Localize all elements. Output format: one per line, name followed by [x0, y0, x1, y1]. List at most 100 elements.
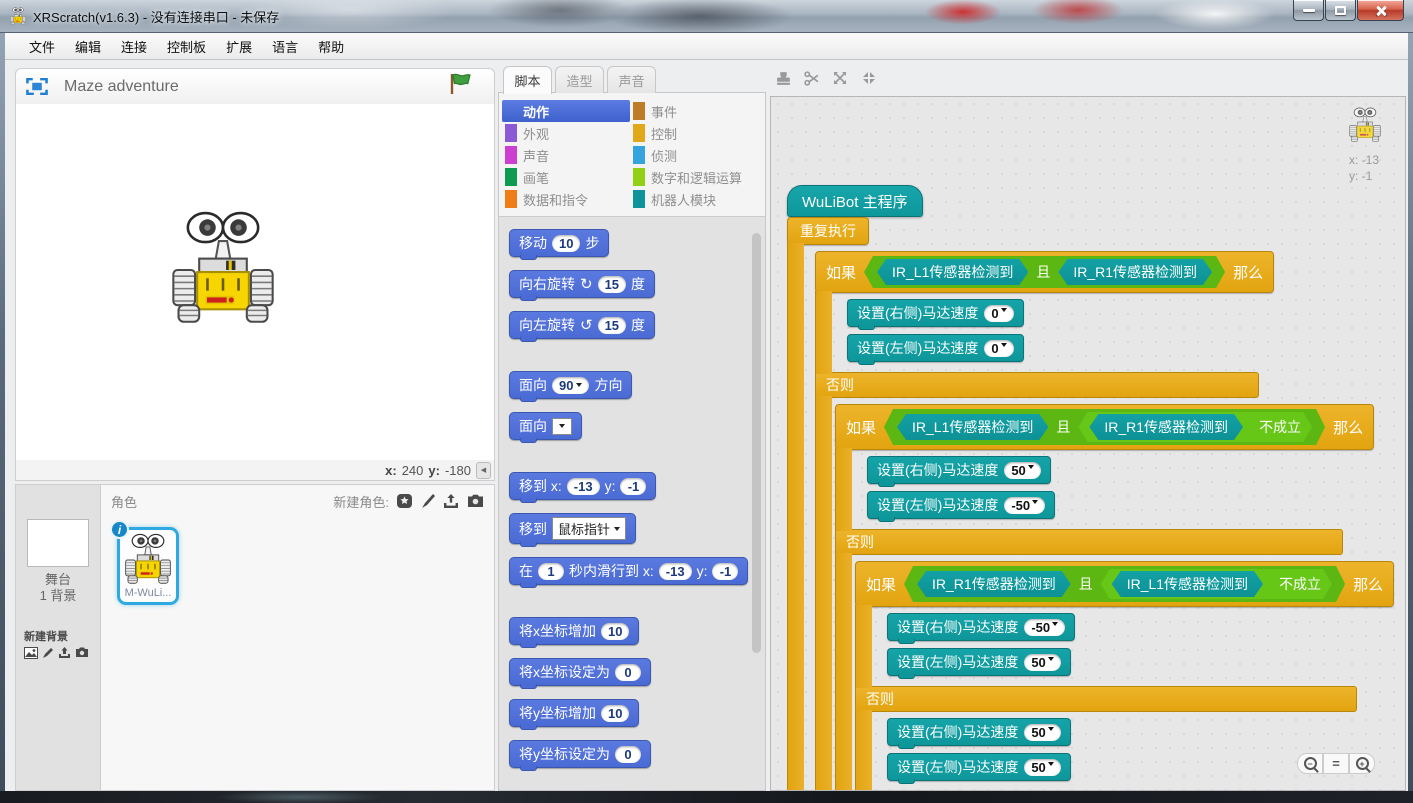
block-turn-right[interactable]: 向右旋转↻15度	[509, 270, 655, 298]
script-canvas[interactable]: x: -13 y: -1 WuLiBot 主程序 重复执行 如果 IR	[770, 96, 1406, 791]
menu-item-file[interactable]: 文件	[19, 33, 65, 60]
towards-dropdown[interactable]	[552, 418, 572, 435]
degrees-input[interactable]: 15	[598, 317, 626, 334]
close-button[interactable]	[1357, 0, 1404, 21]
value-input[interactable]: 0	[615, 664, 641, 681]
block-set-right-motor[interactable]: 设置(右侧)马达速度0	[847, 299, 1024, 327]
not-operator[interactable]: IR_L1传感器检测到 不成立	[1101, 569, 1332, 599]
sprite-camera-icon[interactable]	[467, 494, 484, 508]
y-input[interactable]: -1	[712, 563, 738, 580]
fullscreen-icon[interactable]	[26, 78, 48, 95]
sensor-ir-l1[interactable]: IR_L1传感器检测到	[897, 414, 1048, 440]
category-looks[interactable]: 外观	[502, 122, 630, 144]
backdrop-upload-icon[interactable]	[58, 647, 71, 659]
menu-item-connect[interactable]: 连接	[111, 33, 157, 60]
tab-scripts[interactable]: 脚本	[503, 66, 552, 94]
category-motion[interactable]: 动作	[502, 100, 630, 122]
category-robot[interactable]: 机器人模块	[630, 188, 762, 210]
sprite-paint-icon[interactable]	[421, 493, 435, 509]
steps-input[interactable]: 10	[552, 235, 580, 252]
delta-input[interactable]: 10	[601, 705, 629, 722]
block-set-right-motor[interactable]: 设置(右侧)马达速度50	[867, 456, 1051, 484]
block-set-right-motor[interactable]: 设置(右侧)马达速度50	[887, 718, 1071, 746]
scissors-tool-button[interactable]	[803, 70, 820, 87]
block-turn-left[interactable]: 向左旋转↺15度	[509, 311, 655, 339]
hat-main-program[interactable]: WuLiBot 主程序	[787, 185, 923, 217]
and-operator[interactable]: IR_R1传感器检测到 且 IR_L1传感器检测到 不成立	[904, 566, 1345, 602]
category-control[interactable]: 控制	[630, 122, 762, 144]
block-set-x[interactable]: 将x坐标设定为0	[509, 658, 651, 686]
menu-item-extensions[interactable]: 扩展	[216, 33, 262, 60]
block-goto-mouse[interactable]: 移到鼠标指针	[509, 513, 636, 544]
block-set-left-motor[interactable]: 设置(左侧)马达速度50	[887, 753, 1071, 781]
if3-header[interactable]: 如果 IR_R1传感器检测到 且 IR_L1传感器检测到 不成立	[855, 561, 1394, 607]
not-operator[interactable]: IR_R1传感器检测到 不成立	[1078, 412, 1312, 442]
motor-speed-dropdown[interactable]: -50	[1004, 497, 1045, 514]
block-set-left-motor[interactable]: 设置(左侧)马达速度50	[887, 648, 1071, 676]
block-point-direction[interactable]: 面向90方向	[509, 371, 632, 399]
and-operator[interactable]: IR_L1传感器检测到 且 IR_R1传感器检测到	[864, 256, 1225, 288]
stage-canvas[interactable]	[15, 104, 495, 461]
if1-header[interactable]: 如果 IR_L1传感器检测到 且 IR_R1传感器检测到 那么	[815, 251, 1274, 293]
if-block-2[interactable]: 如果 IR_L1传感器检测到 且 IR_R1传感器检测到 不成立	[835, 404, 1394, 791]
sensor-ir-r1[interactable]: IR_R1传感器检测到	[1089, 414, 1243, 440]
sprite-upload-icon[interactable]	[443, 494, 459, 509]
sensor-ir-r1[interactable]: IR_R1传感器检测到	[1058, 259, 1212, 285]
motor-speed-dropdown[interactable]: 0	[984, 305, 1013, 322]
block-set-y[interactable]: 将y坐标设定为0	[509, 740, 651, 768]
block-move-steps[interactable]: 移动10步	[509, 229, 609, 257]
block-glide[interactable]: 在1秒内滑行到 x:-13y:-1	[509, 557, 748, 585]
motor-speed-dropdown[interactable]: -50	[1024, 619, 1065, 636]
tab-costumes[interactable]: 造型	[555, 66, 604, 93]
x-input[interactable]: -13	[567, 478, 600, 495]
wulibot-sprite[interactable]	[171, 210, 275, 330]
block-set-left-motor[interactable]: 设置(左侧)马达速度-50	[867, 491, 1055, 519]
degrees-input[interactable]: 15	[598, 276, 626, 293]
block-set-left-motor[interactable]: 设置(左侧)马达速度0	[847, 334, 1024, 362]
menu-item-edit[interactable]: 编辑	[65, 33, 111, 60]
block-change-x[interactable]: 将x坐标增加10	[509, 617, 639, 645]
zoom-out-button[interactable]: −	[1297, 753, 1323, 774]
sensor-ir-l1[interactable]: IR_L1传感器检测到	[1112, 571, 1263, 597]
menu-item-language[interactable]: 语言	[262, 33, 308, 60]
sensor-ir-r1[interactable]: IR_R1传感器检测到	[917, 571, 1071, 597]
motor-speed-dropdown[interactable]: 0	[984, 340, 1013, 357]
category-pen[interactable]: 画笔	[502, 166, 630, 188]
grow-tool-button[interactable]	[831, 69, 849, 87]
menu-item-help[interactable]: 帮助	[308, 33, 354, 60]
block-change-y[interactable]: 将y坐标增加10	[509, 699, 639, 727]
if-block-1[interactable]: 如果 IR_L1传感器检测到 且 IR_R1传感器检测到 那么 设置(右侧)马达…	[815, 251, 1394, 791]
minimize-button[interactable]	[1293, 0, 1324, 21]
motor-speed-dropdown[interactable]: 50	[1004, 462, 1040, 479]
category-sensing[interactable]: 侦测	[630, 144, 762, 166]
menu-item-board[interactable]: 控制板	[157, 33, 216, 60]
palette-scrollbar[interactable]	[752, 233, 761, 653]
sensor-ir-l1[interactable]: IR_L1传感器检测到	[877, 259, 1028, 285]
maximize-button[interactable]	[1325, 0, 1356, 21]
seconds-input[interactable]: 1	[538, 563, 564, 580]
value-input[interactable]: 0	[615, 746, 641, 763]
forever-header[interactable]: 重复执行	[787, 217, 869, 245]
green-flag-button[interactable]	[449, 73, 474, 100]
shrink-tool-button[interactable]	[860, 69, 878, 87]
tab-sounds[interactable]: 声音	[607, 66, 656, 93]
backdrop-library-icon[interactable]	[24, 647, 38, 659]
category-operators[interactable]: 数字和逻辑运算	[630, 166, 762, 188]
y-input[interactable]: -1	[620, 478, 646, 495]
collapse-stage-button[interactable]: ◀	[476, 462, 491, 479]
motor-speed-dropdown[interactable]: 50	[1024, 759, 1060, 776]
delta-input[interactable]: 10	[601, 623, 629, 640]
stamp-tool-button[interactable]	[775, 70, 792, 87]
backdrop-camera-icon[interactable]	[75, 647, 89, 658]
sprite-thumbnail-wulibot[interactable]: i M-WuLi...	[117, 527, 179, 605]
category-events[interactable]: 事件	[630, 100, 762, 122]
category-sound[interactable]: 声音	[502, 144, 630, 166]
stage-thumbnail[interactable]	[27, 519, 89, 567]
zoom-in-button[interactable]: +	[1349, 753, 1375, 774]
motor-speed-dropdown[interactable]: 50	[1024, 724, 1060, 741]
block-set-right-motor[interactable]: 设置(右侧)马达速度-50	[887, 613, 1075, 641]
direction-dropdown[interactable]: 90	[552, 377, 589, 394]
block-point-towards[interactable]: 面向	[509, 412, 582, 440]
if2-header[interactable]: 如果 IR_L1传感器检测到 且 IR_R1传感器检测到 不成立	[835, 404, 1374, 450]
stage-column[interactable]: 舞台 1 背景 新建背景	[16, 485, 101, 790]
